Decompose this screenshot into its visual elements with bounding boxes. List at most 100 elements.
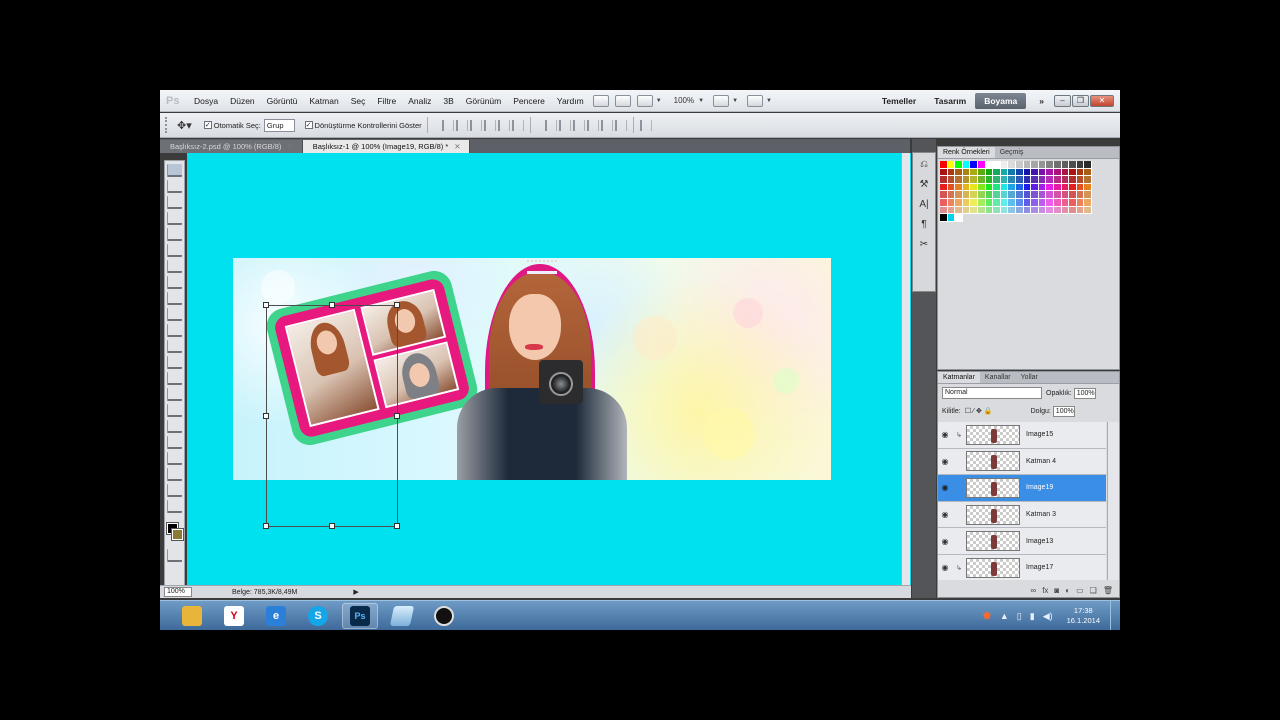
color-swatch[interactable] bbox=[1076, 161, 1085, 169]
shape-tool-icon[interactable] bbox=[167, 436, 182, 449]
color-swatch[interactable] bbox=[977, 161, 986, 169]
color-swatch[interactable] bbox=[1061, 183, 1070, 192]
color-swatches[interactable] bbox=[166, 521, 184, 543]
zoom-level-select[interactable]: 100% bbox=[674, 96, 694, 105]
quick-mask-icon[interactable] bbox=[167, 549, 182, 562]
color-swatch[interactable] bbox=[970, 191, 978, 199]
blur-tool-icon[interactable] bbox=[167, 356, 182, 369]
color-swatch[interactable] bbox=[985, 176, 994, 184]
color-swatch[interactable] bbox=[1008, 214, 1016, 222]
layers-scrollbar[interactable] bbox=[1107, 422, 1119, 580]
color-swatch[interactable] bbox=[962, 183, 971, 192]
delete-layer-icon[interactable]: 🗑 bbox=[1103, 586, 1113, 595]
color-swatch[interactable] bbox=[1062, 214, 1070, 222]
color-swatch[interactable] bbox=[940, 198, 948, 207]
color-swatch[interactable] bbox=[993, 206, 1001, 215]
color-swatch[interactable] bbox=[955, 161, 963, 169]
color-swatch[interactable] bbox=[1084, 198, 1092, 207]
auto-align-layers-icon[interactable] bbox=[639, 119, 652, 131]
align-bottom-icon[interactable] bbox=[469, 119, 482, 131]
chevron-down-icon[interactable]: ▼ bbox=[656, 98, 662, 104]
clone-stamp-tool-icon[interactable] bbox=[167, 292, 182, 305]
color-swatch[interactable] bbox=[1038, 168, 1047, 177]
color-swatch[interactable] bbox=[1015, 191, 1024, 199]
color-swatch[interactable] bbox=[947, 191, 956, 199]
distribute-left-icon[interactable] bbox=[586, 119, 599, 131]
minimize-button[interactable]: – bbox=[1054, 95, 1071, 107]
visibility-eye-icon[interactable]: ◉ bbox=[938, 457, 952, 466]
color-swatch[interactable] bbox=[1023, 198, 1032, 207]
zoom-input[interactable]: 100% bbox=[164, 587, 192, 597]
align-left-icon[interactable] bbox=[483, 119, 496, 131]
quick-select-tool-icon[interactable] bbox=[167, 212, 182, 225]
new-layer-icon[interactable]: ❑ bbox=[1090, 586, 1097, 595]
chevron-down-icon[interactable]: ▼ bbox=[766, 98, 772, 104]
color-swatch[interactable] bbox=[1015, 161, 1024, 169]
color-swatch[interactable] bbox=[947, 198, 956, 207]
color-swatch[interactable] bbox=[1038, 161, 1047, 169]
color-swatch[interactable] bbox=[970, 176, 978, 184]
clock[interactable]: 17:38 16.1.2014 bbox=[1067, 606, 1100, 626]
tab-layers[interactable]: Katmanlar bbox=[938, 372, 980, 383]
color-swatch[interactable] bbox=[1038, 198, 1047, 207]
color-swatch[interactable] bbox=[963, 214, 971, 222]
transform-handle[interactable] bbox=[394, 523, 400, 529]
color-swatch[interactable] bbox=[1031, 191, 1039, 199]
color-swatch[interactable] bbox=[985, 183, 994, 192]
color-swatch[interactable] bbox=[1031, 183, 1039, 192]
transform-handle[interactable] bbox=[263, 413, 269, 419]
notification-app-icon[interactable]: ✹ bbox=[982, 609, 992, 623]
color-swatch[interactable] bbox=[955, 176, 963, 184]
color-swatch[interactable] bbox=[962, 168, 971, 177]
color-swatch[interactable] bbox=[1061, 191, 1070, 199]
color-swatch[interactable] bbox=[985, 206, 994, 215]
color-swatch[interactable] bbox=[1000, 206, 1009, 215]
color-swatch[interactable] bbox=[947, 214, 956, 222]
menu-yardim[interactable]: Yardım bbox=[551, 96, 590, 106]
color-swatch[interactable] bbox=[1023, 191, 1032, 199]
color-swatch[interactable] bbox=[1015, 183, 1024, 192]
color-swatch[interactable] bbox=[1008, 198, 1016, 207]
chevron-down-icon[interactable]: ▼ bbox=[732, 98, 738, 104]
taskbar-photoshop[interactable]: Ps bbox=[342, 602, 378, 629]
color-swatch[interactable] bbox=[962, 161, 971, 169]
color-swatch[interactable] bbox=[940, 214, 948, 222]
color-swatch[interactable] bbox=[1069, 214, 1077, 222]
color-swatch[interactable] bbox=[1053, 183, 1062, 192]
canvas-area[interactable] bbox=[187, 153, 911, 585]
menu-katman[interactable]: Katman bbox=[303, 96, 344, 106]
layer-name[interactable]: Image19 bbox=[1026, 484, 1053, 491]
color-swatch[interactable] bbox=[940, 176, 948, 184]
transform-handle[interactable] bbox=[394, 413, 400, 419]
color-swatch[interactable] bbox=[993, 168, 1001, 177]
3d-orbit-tool-icon[interactable] bbox=[167, 468, 182, 481]
tab-history[interactable]: Geçmiş bbox=[995, 147, 1029, 158]
menu-goruntu[interactable]: Görüntü bbox=[261, 96, 304, 106]
lasso-tool-icon[interactable] bbox=[167, 196, 182, 209]
color-swatch[interactable] bbox=[940, 206, 948, 215]
main-model-photo[interactable] bbox=[443, 258, 633, 480]
taskbar-internet-explorer[interactable]: e bbox=[258, 603, 294, 629]
color-swatch[interactable] bbox=[940, 161, 948, 169]
color-swatch[interactable] bbox=[977, 176, 986, 184]
color-swatch[interactable] bbox=[993, 214, 1001, 222]
show-hidden-icons-icon[interactable]: ▲ bbox=[1000, 611, 1009, 621]
marquee-tool-icon[interactable] bbox=[167, 180, 182, 193]
taskbar-skype[interactable]: S bbox=[300, 603, 336, 629]
tab-swatches[interactable]: Renk Örnekleri bbox=[938, 147, 995, 158]
opacity-input[interactable]: 100% bbox=[1073, 387, 1096, 399]
color-swatch[interactable] bbox=[1039, 214, 1047, 222]
menu-dosya[interactable]: Dosya bbox=[188, 96, 224, 106]
color-swatch[interactable] bbox=[947, 161, 956, 169]
taskbar-yandex[interactable]: Y bbox=[216, 603, 252, 629]
layer-name[interactable]: Katman 4 bbox=[1026, 458, 1056, 465]
color-swatch[interactable] bbox=[962, 198, 971, 207]
restore-button[interactable]: ❐ bbox=[1072, 95, 1089, 107]
canvas-vertical-scrollbar[interactable] bbox=[901, 153, 910, 585]
color-swatch[interactable] bbox=[955, 168, 963, 177]
color-swatch[interactable] bbox=[1031, 214, 1039, 222]
tools-icon[interactable]: ✂ bbox=[916, 239, 932, 253]
color-swatch[interactable] bbox=[1023, 168, 1032, 177]
color-swatch[interactable] bbox=[1046, 191, 1054, 199]
color-swatch[interactable] bbox=[1084, 161, 1092, 169]
